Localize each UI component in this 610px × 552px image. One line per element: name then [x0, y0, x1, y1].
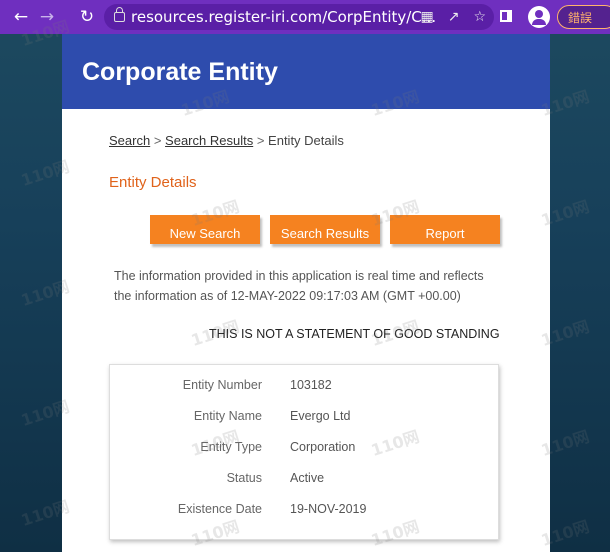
browser-toolbar: ← → ↻ resources.register-iri.com/CorpEnt…	[0, 0, 610, 34]
entity-number-label: Entity Number	[182, 378, 262, 392]
entity-number-value: 103182	[290, 378, 332, 392]
error-badge[interactable]: 錯誤	[557, 5, 610, 29]
url-text[interactable]: resources.register-iri.com/CorpEntity/C.…	[131, 8, 436, 26]
address-bar[interactable]: resources.register-iri.com/CorpEntity/C.…	[104, 4, 494, 30]
entity-type-value: Corporation	[290, 440, 356, 454]
translate-icon[interactable]: ▦	[420, 4, 433, 30]
star-icon[interactable]: ☆	[473, 4, 486, 30]
page-header: Corporate Entity	[62, 34, 550, 109]
profile-icon[interactable]	[528, 6, 550, 28]
entity-row: Entity Name Evergo Ltd	[110, 409, 498, 429]
entity-name-label: Entity Name	[193, 409, 262, 423]
lock-icon[interactable]	[114, 7, 125, 22]
breadcrumb-results-link[interactable]: Search Results	[165, 133, 253, 148]
entity-name-value: Evergo Ltd	[290, 409, 351, 423]
report-button[interactable]: Report	[390, 215, 500, 244]
page-title: Corporate Entity	[82, 58, 278, 86]
breadcrumb: Search > Search Results > Entity Details	[109, 133, 344, 148]
breadcrumb-separator: >	[153, 133, 162, 148]
entity-row: Entity Number 103182	[110, 378, 498, 398]
info-text: The information provided in this applica…	[114, 266, 504, 306]
existence-date-value: 19-NOV-2019	[290, 502, 367, 516]
reload-icon[interactable]: ↻	[74, 0, 100, 34]
forward-icon[interactable]: →	[34, 0, 60, 34]
status-label: Status	[226, 471, 262, 485]
section-title: Entity Details	[109, 174, 197, 191]
share-icon[interactable]: ↗	[448, 4, 460, 30]
info-line: the information as of 12-MAY-2022 09:17:…	[114, 289, 461, 303]
existence-date-label: Existence Date	[177, 502, 262, 516]
standing-notice: THIS IS NOT A STATEMENT OF GOOD STANDING	[209, 327, 500, 341]
sidepanel-icon[interactable]	[500, 10, 512, 22]
new-search-button[interactable]: New Search	[150, 215, 260, 244]
status-value: Active	[290, 471, 325, 485]
breadcrumb-current: Entity Details	[268, 133, 344, 148]
entity-row: Existence Date 19-NOV-2019	[110, 502, 498, 522]
entity-type-label: Entity Type	[200, 440, 262, 454]
entity-details-panel: Entity Number 103182 Entity Name Evergo …	[109, 364, 499, 540]
entity-row: Entity Type Corporation	[110, 440, 498, 460]
search-results-button[interactable]: Search Results	[270, 215, 380, 244]
breadcrumb-separator: >	[256, 133, 265, 148]
main-content: Search > Search Results > Entity Details…	[62, 109, 550, 552]
entity-row: Status Active	[110, 471, 498, 491]
back-icon[interactable]: ←	[8, 0, 34, 34]
breadcrumb-search-link[interactable]: Search	[109, 133, 150, 148]
info-line: The information provided in this applica…	[114, 269, 484, 283]
